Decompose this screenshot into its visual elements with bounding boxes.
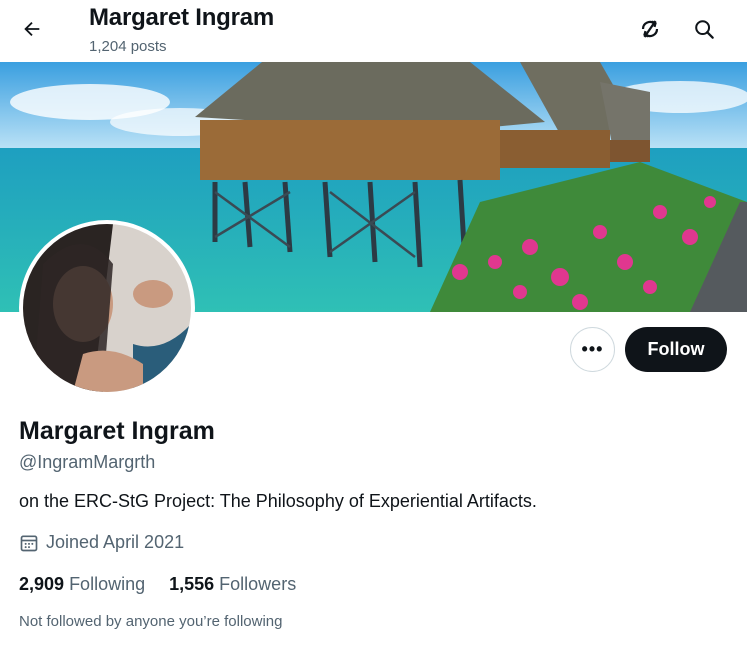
followers-label: Followers [219, 574, 297, 594]
avatar-image [23, 224, 191, 392]
profile-name: Margaret Ingram [19, 417, 215, 445]
sync-button[interactable] [632, 11, 668, 47]
followers-link[interactable]: 1,556 Followers [169, 574, 296, 595]
top-bar: Margaret Ingram 1,204 posts [0, 0, 747, 62]
joined-date: Joined April 2021 [19, 532, 184, 553]
joined-text: Joined April 2021 [46, 532, 185, 552]
profile-bio: on the ERC-StG Project: The Philosophy o… [19, 491, 537, 511]
search-button[interactable] [686, 11, 722, 47]
more-options-button[interactable]: ••• [570, 327, 615, 372]
following-count: 2,909 [19, 574, 65, 594]
followed-by-notice: Not followed by anyone you’re following [19, 613, 283, 630]
back-button[interactable] [14, 11, 50, 47]
profile-handle: @IngramMargrth [19, 452, 156, 472]
avatar[interactable] [19, 220, 195, 396]
profile-stats: 2,909 Following 1,556 Followers [19, 574, 296, 595]
back-arrow-icon [24, 21, 40, 37]
followers-count: 1,556 [169, 574, 215, 594]
following-link[interactable]: 2,909 Following [19, 574, 145, 595]
calendar-icon [20, 535, 38, 551]
sync-icon [641, 20, 659, 38]
post-count: 1,204 posts [89, 38, 167, 55]
search-icon [695, 20, 714, 39]
following-label: Following [69, 574, 146, 594]
page-title: Margaret Ingram [89, 4, 275, 31]
follow-button[interactable]: Follow [625, 327, 727, 372]
